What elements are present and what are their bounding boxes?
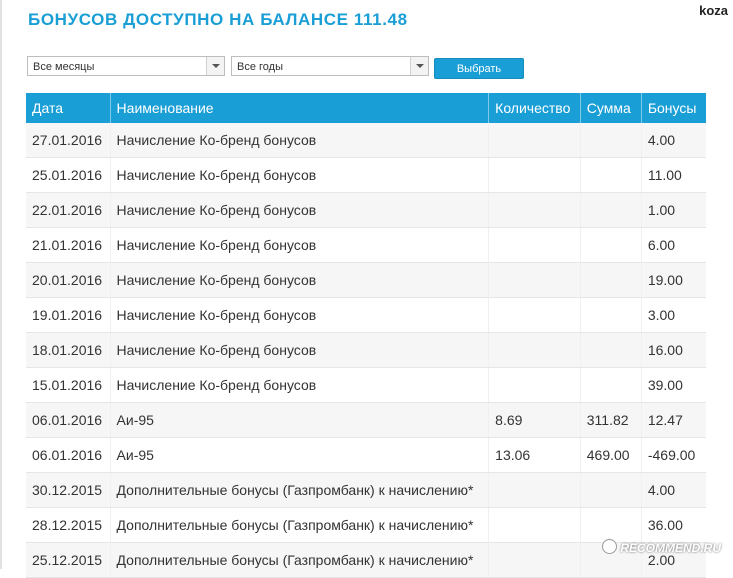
cell-sum bbox=[580, 297, 642, 333]
cell-bonus: 36.00 bbox=[641, 507, 706, 543]
table-row: 06.01.2016 Аи-95 8.69 311.82 12.47 bbox=[26, 402, 706, 438]
cell-quantity bbox=[488, 507, 581, 543]
table-row: 06.01.2016 Аи-95 13.06 469.00 -469.00 bbox=[26, 437, 706, 473]
cell-bonus: 1.00 bbox=[641, 192, 706, 228]
cell-quantity bbox=[488, 227, 581, 263]
cell-date: 06.01.2016 bbox=[26, 437, 111, 473]
cell-quantity: 8.69 bbox=[488, 402, 581, 438]
cell-sum: 469.00 bbox=[580, 437, 642, 473]
cell-date: 27.01.2016 bbox=[26, 123, 111, 158]
month-select-value: Все месяцы bbox=[33, 61, 95, 73]
chevron-down-icon[interactable] bbox=[410, 57, 428, 75]
cell-name: Дополнительные бонусы (Газпромбанк) к на… bbox=[110, 507, 490, 543]
cell-date: 15.01.2016 bbox=[26, 367, 111, 403]
cell-name: Аи-95 bbox=[110, 437, 490, 473]
cell-date: 25.01.2016 bbox=[26, 157, 111, 193]
cell-sum bbox=[580, 507, 642, 543]
cell-name: Дополнительные бонусы (Газпромбанк) к на… bbox=[110, 472, 490, 508]
cell-sum bbox=[580, 472, 642, 508]
page-title: БОНУСОВ ДОСТУПНО НА БАЛАНСЕ 111.48 bbox=[28, 10, 408, 29]
cell-sum bbox=[580, 123, 642, 158]
cell-bonus: 39.00 bbox=[641, 367, 706, 403]
cell-sum bbox=[580, 192, 642, 228]
cell-date: 21.01.2016 bbox=[26, 227, 111, 263]
column-header-bonus: Бонусы bbox=[641, 93, 706, 123]
watermark: RECOMMEND.RU bbox=[602, 539, 721, 555]
column-header-quantity: Количество bbox=[488, 93, 581, 123]
cell-date: 22.01.2016 bbox=[26, 192, 111, 228]
cell-name: Начисление Ко-бренд бонусов bbox=[110, 297, 490, 333]
cell-bonus: 19.00 bbox=[641, 262, 706, 298]
cell-quantity bbox=[488, 297, 581, 333]
cell-sum bbox=[580, 262, 642, 298]
table-row: 25.01.2016 Начисление Ко-бренд бонусов 11.… bbox=[26, 157, 706, 193]
cell-date: 06.01.2016 bbox=[26, 402, 111, 438]
cell-date: 30.12.2015 bbox=[26, 472, 111, 508]
chevron-down-icon[interactable] bbox=[206, 57, 224, 75]
page-left-border bbox=[0, 0, 2, 569]
cell-bonus: 11.00 bbox=[641, 157, 706, 193]
table-body: 27.01.2016 Начисление Ко-бренд бонусов 4.0… bbox=[26, 123, 706, 578]
cell-sum bbox=[580, 367, 642, 403]
cell-date: 25.12.2015 bbox=[26, 542, 111, 578]
cell-quantity bbox=[488, 332, 581, 368]
cell-name: Начисление Ко-бренд бонусов bbox=[110, 192, 490, 228]
cell-date: 18.01.2016 bbox=[26, 332, 111, 368]
cell-name: Дополнительные бонусы (Газпромбанк) к на… bbox=[110, 542, 490, 578]
cell-quantity bbox=[488, 472, 581, 508]
table-row: 30.12.2015 Дополнительные бонусы (Газпром… bbox=[26, 472, 706, 508]
cell-sum: 311.82 bbox=[580, 402, 642, 438]
cell-name: Начисление Ко-бренд бонусов bbox=[110, 227, 490, 263]
column-header-sum: Сумма bbox=[580, 93, 642, 123]
cell-quantity bbox=[488, 157, 581, 193]
cell-bonus: 16.00 bbox=[641, 332, 706, 368]
cell-bonus: -469.00 bbox=[641, 437, 706, 473]
cell-quantity bbox=[488, 542, 581, 578]
cell-name: Начисление Ко-бренд бонусов bbox=[110, 332, 490, 368]
table-row: 28.12.2015 Дополнительные бонусы (Газпром… bbox=[26, 507, 706, 543]
table-row: 27.01.2016 Начисление Ко-бренд бонусов 4.0… bbox=[26, 123, 706, 158]
table-row: 21.01.2016 Начисление Ко-бренд бонусов 6.0… bbox=[26, 227, 706, 263]
recommend-logo-icon bbox=[602, 539, 618, 554]
table-row: 22.01.2016 Начисление Ко-бренд бонусов 1.0… bbox=[26, 192, 706, 228]
bonus-history-table: Дата Наименование Количество Сумма Бонус… bbox=[26, 93, 706, 578]
submit-button[interactable]: Выбрать bbox=[434, 58, 524, 79]
cell-quantity bbox=[488, 192, 581, 228]
cell-bonus: 3.00 bbox=[641, 297, 706, 333]
year-select-value: Все годы bbox=[237, 61, 283, 73]
cell-sum bbox=[580, 332, 642, 368]
cell-name: Аи-95 bbox=[110, 402, 490, 438]
month-select[interactable]: Все месяцы bbox=[27, 56, 225, 76]
cell-quantity: 13.06 bbox=[488, 437, 581, 473]
column-header-name: Наименование bbox=[110, 93, 490, 123]
cell-sum bbox=[580, 227, 642, 263]
cell-date: 28.12.2015 bbox=[26, 507, 111, 543]
cell-name: Начисление Ко-бренд бонусов bbox=[110, 262, 490, 298]
cell-date: 20.01.2016 bbox=[26, 262, 111, 298]
column-header-date: Дата bbox=[26, 93, 111, 123]
cell-quantity bbox=[488, 367, 581, 403]
cell-date: 19.01.2016 bbox=[26, 297, 111, 333]
cell-bonus: 12.47 bbox=[641, 402, 706, 438]
cell-quantity bbox=[488, 123, 581, 158]
cell-quantity bbox=[488, 262, 581, 298]
cell-sum bbox=[580, 157, 642, 193]
username[interactable]: koza bbox=[699, 3, 728, 18]
table-row: 18.01.2016 Начисление Ко-бренд бонусов 16.… bbox=[26, 332, 706, 368]
watermark-text: RECOMMEND.RU bbox=[620, 541, 721, 555]
cell-bonus: 6.00 bbox=[641, 227, 706, 263]
table-row: 15.01.2016 Начисление Ко-бренд бонусов 39.… bbox=[26, 367, 706, 403]
table-header-row: Дата Наименование Количество Сумма Бонус… bbox=[26, 93, 706, 123]
cell-name: Начисление Ко-бренд бонусов bbox=[110, 367, 490, 403]
table-row: 19.01.2016 Начисление Ко-бренд бонусов 3.0… bbox=[26, 297, 706, 333]
cell-name: Начисление Ко-бренд бонусов bbox=[110, 157, 490, 193]
cell-name: Начисление Ко-бренд бонусов bbox=[110, 123, 490, 158]
table-row: 20.01.2016 Начисление Ко-бренд бонусов 19.… bbox=[26, 262, 706, 298]
year-select[interactable]: Все годы bbox=[231, 56, 429, 76]
cell-bonus: 4.00 bbox=[641, 123, 706, 158]
cell-bonus: 4.00 bbox=[641, 472, 706, 508]
